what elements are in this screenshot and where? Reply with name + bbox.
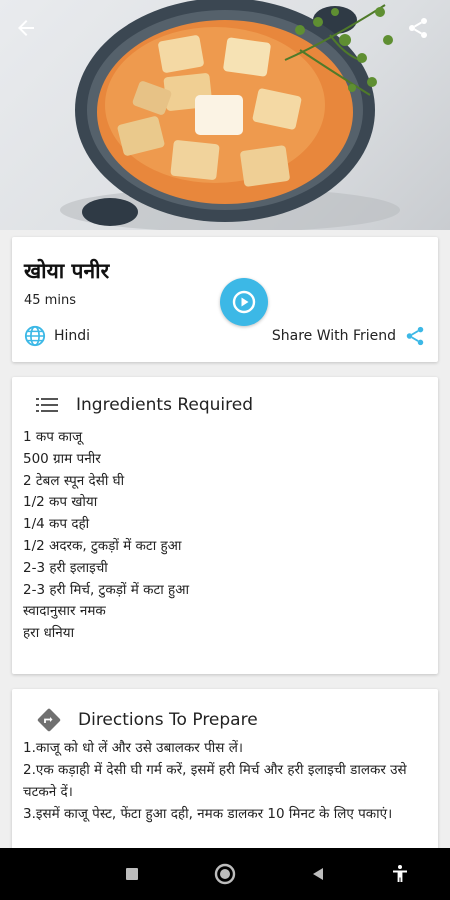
ingredients-card: Ingredients Required 1 कप काजू 500 ग्राम… — [12, 377, 438, 674]
nav-back-button[interactable] — [306, 862, 330, 886]
ingredients-heading: Ingredients Required — [76, 395, 253, 415]
list-item: 1 कप काजू — [23, 429, 83, 445]
ingredients-list: 1 कप काजू 500 ग्राम पनीर 2 टेबल स्पून दे… — [23, 427, 189, 645]
language-label: Hindi — [54, 328, 91, 344]
recents-button[interactable] — [120, 862, 144, 886]
list-item: 1/2 कप खोया — [23, 494, 98, 511]
directions-heading: Directions To Prepare — [78, 710, 258, 730]
globe-icon — [24, 325, 46, 347]
direction-sign-icon — [37, 708, 61, 732]
back-button[interactable] — [14, 16, 46, 48]
language-selector[interactable]: Hindi — [24, 325, 90, 347]
share-with-friend-label: Share With Friend — [271, 328, 396, 344]
list-item: 1/2 अदरक, टुकड़ों में कटा हुआ — [23, 537, 182, 554]
directions-list: 1.काजू को धो लें और उसे उबालकर पीस लें। … — [23, 737, 428, 825]
list-item: 1/4 कप दही — [23, 516, 90, 533]
circle-icon — [214, 863, 236, 885]
list-item: 3.इसमें काजू पेस्ट, फेंटा हुआ दही, नमक ड… — [23, 806, 393, 822]
list-item: हरा धनिया — [23, 625, 75, 642]
share-icon — [409, 18, 427, 38]
square-icon — [126, 868, 138, 880]
triangle-back-icon — [313, 868, 323, 880]
directions-header: Directions To Prepare — [36, 707, 258, 733]
directions-card: Directions To Prepare 1.काजू को धो लें औ… — [12, 689, 438, 859]
list-item: 500 ग्राम पनीर — [23, 450, 101, 467]
share-button[interactable] — [406, 16, 438, 48]
system-navigation-bar — [0, 848, 450, 900]
recipe-info-card: खोया पनीर 45 mins Hindi Share With Frien… — [12, 237, 438, 362]
ingredients-header: Ingredients Required — [36, 395, 253, 415]
list-icon — [36, 398, 58, 412]
share-with-friend-button[interactable]: Share With Friend — [272, 325, 426, 347]
arrow-left-icon — [18, 20, 34, 36]
list-item: 2 टेबल स्पून देसी घी — [23, 472, 125, 489]
list-item: 2.एक कड़ाही में देसी घी गर्म करें, इसमें… — [23, 762, 407, 800]
play-video-button[interactable] — [220, 278, 268, 326]
curry-bowl-illustration — [60, 0, 400, 230]
accessibility-icon — [393, 865, 407, 882]
home-button[interactable] — [213, 862, 237, 886]
accessibility-button[interactable] — [388, 862, 412, 886]
cook-time: 45 mins — [24, 293, 76, 308]
list-item: 2-3 हरी मिर्च, टुकड़ों में कटा हुआ — [23, 581, 190, 598]
list-item: स्वादानुसार नमक — [23, 603, 106, 620]
play-circle-icon — [232, 290, 256, 314]
list-item: 1.काजू को धो लें और उसे उबालकर पीस लें। — [23, 740, 243, 756]
list-item: 2-3 हरी इलाइची — [23, 559, 108, 576]
recipe-title: खोया पनीर — [24, 259, 110, 283]
share-icon — [406, 326, 424, 346]
recipe-hero-image — [0, 0, 450, 230]
